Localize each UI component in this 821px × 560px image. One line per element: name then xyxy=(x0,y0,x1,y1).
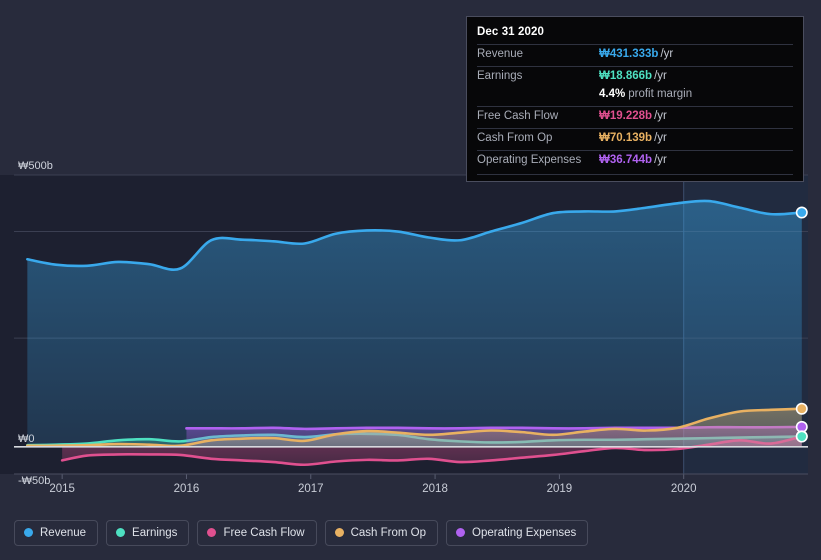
tooltip-bottom-rule xyxy=(477,174,793,175)
tooltip-row-label: Free Cash Flow xyxy=(477,110,599,122)
tooltip-row-value-wrap: ₩70.139b/yr xyxy=(599,132,667,144)
chart-legend[interactable]: Revenue Earnings Free Cash Flow Cash From O… xyxy=(0,505,821,560)
legend-item-label: Free Cash Flow xyxy=(223,527,304,539)
tooltip-row-value: ₩36.744b xyxy=(599,154,652,166)
tooltip-row-unit: profit margin xyxy=(628,88,692,100)
tooltip-row-label: Revenue xyxy=(477,48,599,60)
legend-dot-icon xyxy=(116,528,125,537)
legend-item-label: Earnings xyxy=(132,527,177,539)
tooltip-row-value: ₩19.228b xyxy=(599,110,652,122)
tooltip-row-unit: /yr xyxy=(654,70,667,82)
legend-item-label: Cash From Op xyxy=(351,527,426,539)
tooltip-row-unit: /yr xyxy=(654,132,667,144)
tooltip-row-value-wrap: ₩431.333b/yr xyxy=(599,48,673,60)
tooltip-subrow: 4.4%profit margin xyxy=(477,88,793,106)
tooltip-rows: Revenue₩431.333b/yrEarnings₩18.866b/yr4.… xyxy=(477,44,793,172)
legend-dot-icon xyxy=(207,528,216,537)
legend-item-revenue[interactable]: Revenue xyxy=(14,520,98,546)
chart-page: ₩500b ₩0 -₩50b2015 2016 2017 2018 2019 2020 Dec… xyxy=(0,0,821,560)
tooltip-row-value-wrap: ₩18.866b/yr xyxy=(599,70,667,82)
tooltip-row: Operating Expenses₩36.744b/yr xyxy=(477,150,793,172)
x-axis-tick-label: 2017 xyxy=(298,483,324,495)
tooltip-row-label: Cash From Op xyxy=(477,132,599,144)
legend-item-operating-expenses[interactable]: Operating Expenses xyxy=(446,520,588,546)
x-axis-tick-label: 2015 xyxy=(49,483,75,495)
legend-item-label: Revenue xyxy=(40,527,86,539)
y-axis-tick-label: ₩500b xyxy=(18,160,53,172)
chart-tooltip: Dec 31 2020 Revenue₩431.333b/yrEarnings₩… xyxy=(466,16,804,182)
endpoint-marker-cash_from_op[interactable] xyxy=(797,404,807,414)
y-axis-tick-label: -₩50b xyxy=(18,475,50,487)
tooltip-row-value-wrap: ₩19.228b/yr xyxy=(599,110,667,122)
legend-dot-icon xyxy=(24,528,33,537)
x-axis-tick-label: 2018 xyxy=(422,483,448,495)
tooltip-row-unit: /yr xyxy=(660,48,673,60)
tooltip-row-value: ₩431.333b xyxy=(599,48,658,60)
legend-dot-icon xyxy=(335,528,344,537)
tooltip-row-label: Earnings xyxy=(477,70,599,82)
endpoint-marker-earnings[interactable] xyxy=(797,431,807,441)
tooltip-row-value-wrap: 4.4%profit margin xyxy=(599,88,692,100)
tooltip-row-value: 4.4% xyxy=(599,88,625,100)
tooltip-row-value: ₩18.866b xyxy=(599,70,652,82)
y-axis-tick-label: ₩0 xyxy=(18,433,35,445)
x-axis-tick-label: 2019 xyxy=(547,483,573,495)
endpoint-marker-revenue[interactable] xyxy=(797,207,807,217)
legend-item-earnings[interactable]: Earnings xyxy=(106,520,189,546)
tooltip-row: Earnings₩18.866b/yr xyxy=(477,66,793,88)
legend-item-label: Operating Expenses xyxy=(472,527,576,539)
tooltip-row-unit: /yr xyxy=(654,110,667,122)
x-axis-tick-label: 2016 xyxy=(174,483,200,495)
tooltip-row-value-wrap: ₩36.744b/yr xyxy=(599,154,667,166)
tooltip-row: Free Cash Flow₩19.228b/yr xyxy=(477,106,793,128)
legend-dot-icon xyxy=(456,528,465,537)
legend-item-free-cash-flow[interactable]: Free Cash Flow xyxy=(197,520,316,546)
tooltip-row: Cash From Op₩70.139b/yr xyxy=(477,128,793,150)
tooltip-row: Revenue₩431.333b/yr xyxy=(477,44,793,66)
tooltip-row-unit: /yr xyxy=(654,154,667,166)
tooltip-row-value: ₩70.139b xyxy=(599,132,652,144)
tooltip-row-label: Operating Expenses xyxy=(477,154,599,166)
tooltip-date: Dec 31 2020 xyxy=(477,25,793,44)
legend-item-cash-from-op[interactable]: Cash From Op xyxy=(325,520,438,546)
x-axis-tick-label: 2020 xyxy=(671,483,697,495)
